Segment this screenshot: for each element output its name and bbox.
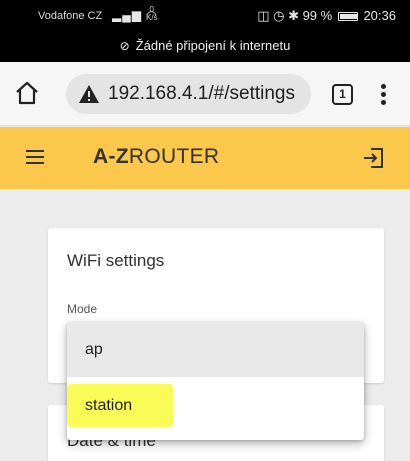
app-title-bold: A-Z [93, 145, 129, 168]
hamburger-line [26, 162, 44, 164]
card-title: WiFi settings [67, 251, 165, 270]
mode-dropdown-menu: ap station [67, 322, 364, 440]
battery-percent: ✱ 99 % [288, 8, 333, 23]
option-label: ap [85, 341, 103, 358]
app-title-rest: ROUTER [128, 145, 220, 168]
no-internet-text: Žádné připojení k internetu [135, 38, 291, 53]
status-top-row: Vodafone CZ ▂▄▆ ◠ 0 K/s ◫ ◷ ✱ 99 % 20:36 [0, 6, 410, 26]
hamburger-line [26, 150, 44, 152]
clock-time: 20:36 [363, 8, 396, 23]
app-title: A-ZROUTER [93, 145, 219, 169]
net-speed-unit: K/s [146, 13, 158, 22]
status-right: ◫ ◷ ✱ 99 % 20:36 [257, 8, 396, 24]
browser-menu-icon[interactable] [381, 84, 387, 106]
home-icon[interactable] [14, 80, 40, 106]
address-bar[interactable]: 192.168.4.1/#/settings [66, 74, 311, 114]
no-internet-banner: ⊘ Žádné připojení k internetu [0, 38, 410, 53]
dropdown-option-station[interactable]: station [67, 378, 364, 433]
menu-dot [381, 92, 386, 97]
option-label: station [85, 397, 133, 414]
warning-icon[interactable] [78, 84, 100, 104]
nfc-alarm-icon: ◫ ◷ [257, 8, 289, 23]
battery-icon [337, 12, 358, 22]
app-toolbar: A-ZROUTER [0, 127, 410, 189]
no-connection-icon: ⊘ [119, 39, 130, 53]
carrier-name: Vodafone CZ [38, 10, 103, 22]
menu-dot [381, 100, 386, 105]
browser-toolbar: 192.168.4.1/#/settings 1 [0, 62, 410, 126]
mode-label: Mode [67, 302, 98, 316]
hamburger-menu-icon[interactable] [26, 150, 44, 164]
logout-icon[interactable] [362, 147, 384, 169]
menu-dot [381, 84, 386, 89]
tab-switcher-icon[interactable]: 1 [332, 84, 353, 105]
status-bar: Vodafone CZ ▂▄▆ ◠ 0 K/s ◫ ◷ ✱ 99 % 20:36… [0, 0, 410, 62]
url-text: 192.168.4.1/#/settings [108, 83, 295, 104]
net-speed: 0 K/s [146, 6, 158, 22]
dropdown-option-ap[interactable]: ap [67, 322, 364, 377]
hamburger-line [26, 156, 44, 158]
